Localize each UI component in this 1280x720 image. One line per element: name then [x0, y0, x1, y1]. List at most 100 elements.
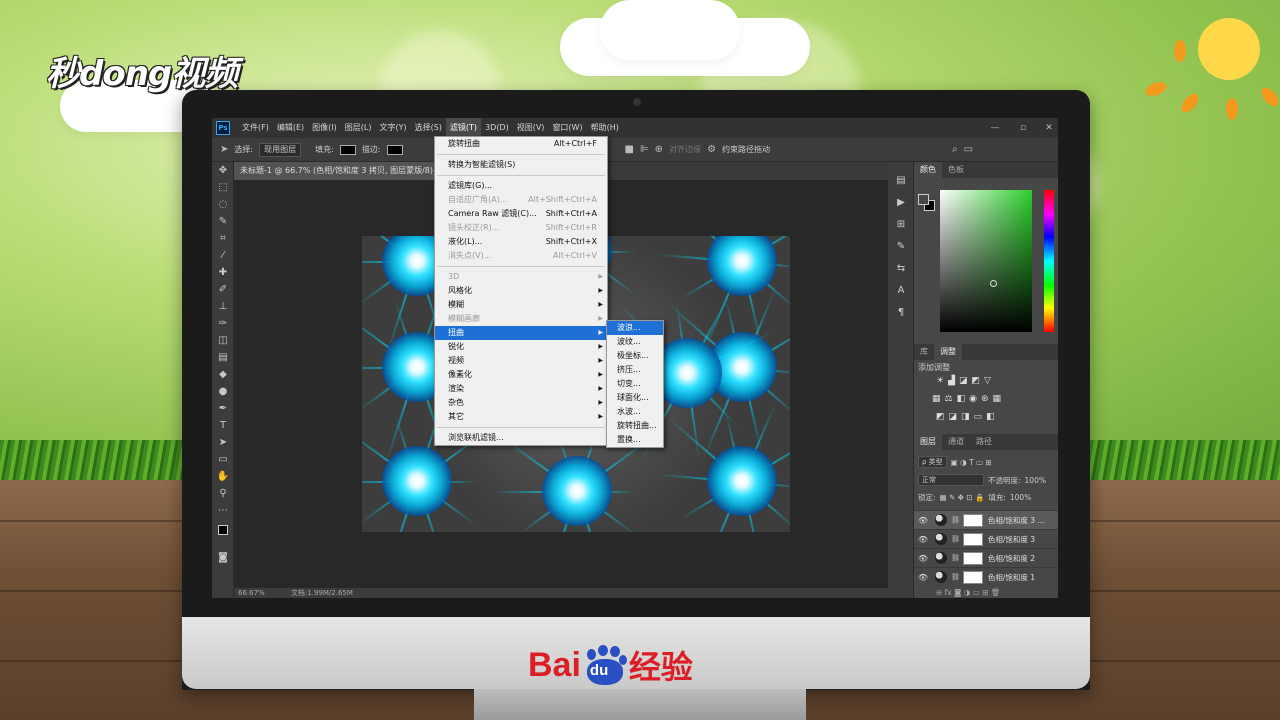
filter-menu-item[interactable]: Camera Raw 滤镜(C)... Shift+Ctrl+A — [435, 207, 607, 221]
healing-tool-icon[interactable]: ✚ — [212, 264, 234, 281]
filter-menu-item[interactable]: 液化(L)... Shift+Ctrl+X — [435, 235, 607, 249]
layer-row[interactable]: 👁 ⛓ 色相/饱和度 2 — [914, 548, 1058, 567]
tab-color[interactable]: 颜色 — [914, 162, 942, 178]
stroke-swatch[interactable] — [386, 144, 403, 155]
black-white-icon[interactable]: ◧ — [957, 394, 966, 404]
layer-filter-icons[interactable]: ▣ ◑ T ▭ ⊞ — [951, 458, 992, 467]
shape-tool-icon[interactable]: ▭ — [212, 451, 234, 468]
properties-panel-icon[interactable]: ⊞ — [888, 214, 914, 236]
zoom-level[interactable]: 66.67% — [238, 589, 265, 597]
filter-menu-item[interactable]: 锐化 ▶ — [435, 340, 607, 354]
search-icon[interactable]: ⌕ — [952, 144, 958, 155]
layer-mask-thumbnail[interactable] — [962, 513, 983, 527]
filter-menu-item[interactable]: 其它 ▶ — [435, 410, 607, 424]
threshold-icon[interactable]: ◨ — [961, 412, 970, 422]
fg-bg-swatches[interactable] — [918, 194, 936, 212]
color-field[interactable] — [940, 190, 1032, 332]
tab-paths[interactable]: 路径 — [970, 434, 998, 450]
filter-menu-item[interactable]: 滤镜库(G)... — [435, 179, 607, 193]
select-mode-dropdown[interactable]: 现用图层 — [259, 142, 302, 157]
color-picker-cursor[interactable] — [990, 280, 997, 287]
filter-menu-item[interactable]: 浏览联机滤镜... — [435, 431, 607, 445]
eyedropper-tool-icon[interactable]: ⁄ — [212, 247, 234, 264]
tab-adjustments[interactable]: 调整 — [934, 344, 962, 360]
adjust-sliders-icon[interactable]: ⇆ — [888, 258, 914, 280]
gradient-tool-icon[interactable]: ▤ — [212, 349, 234, 366]
photoshop-app-icon[interactable]: Ps — [216, 121, 230, 135]
path-select-tool-icon[interactable]: ➤ — [212, 434, 234, 451]
constrain-path-checkbox[interactable]: 约束路径拖动 — [722, 144, 770, 155]
character-panel-icon[interactable]: A — [888, 280, 914, 302]
link-icon[interactable]: ⛓ — [951, 516, 960, 524]
blend-mode-select[interactable]: 正常 — [918, 474, 984, 486]
menu-1[interactable]: 编辑(E) — [273, 118, 308, 138]
visibility-eye-icon[interactable]: 👁 — [916, 573, 930, 582]
curves-icon[interactable]: ◪ — [959, 376, 968, 386]
link-icon[interactable]: ⛓ — [951, 554, 960, 562]
filter-menu-item[interactable]: 模糊画廊 ▶ — [435, 312, 607, 326]
hue-slider[interactable] — [1044, 190, 1054, 332]
menu-10[interactable]: 帮助(H) — [587, 118, 623, 138]
layer-mask-thumbnail[interactable] — [962, 532, 983, 546]
invert-icon[interactable]: ◩ — [936, 412, 945, 422]
filter-menu-item[interactable]: 模糊 ▶ — [435, 298, 607, 312]
vibrance-icon[interactable]: ▽ — [984, 376, 991, 386]
menu-4[interactable]: 文字(Y) — [375, 118, 410, 138]
foreground-background-icon[interactable] — [212, 519, 234, 549]
lasso-tool-icon[interactable]: ◌ — [212, 196, 234, 213]
path-operations-icon[interactable]: ■ — [625, 144, 634, 155]
filter-menu-item[interactable]: 视频 ▶ — [435, 354, 607, 368]
link-icon[interactable]: ⛓ — [951, 535, 960, 543]
layer-mask-thumbnail[interactable] — [962, 551, 983, 565]
filter-menu-item[interactable]: 自适应广角(A)... Alt+Shift+Ctrl+A — [435, 193, 607, 207]
visibility-eye-icon[interactable]: 👁 — [916, 535, 930, 544]
zoom-tool-icon[interactable]: ⚲ — [212, 485, 234, 502]
link-icon[interactable]: ⛓ — [951, 573, 960, 581]
distort-menu-item[interactable]: 水波... — [607, 405, 663, 419]
levels-icon[interactable]: ▟ — [948, 376, 955, 386]
hand-tool-icon[interactable]: ✋ — [212, 468, 234, 485]
filter-menu-item[interactable]: 转换为智能滤镜(S) — [435, 158, 607, 172]
workspace-icon[interactable]: ▭ — [964, 144, 973, 155]
menu-8[interactable]: 视图(V) — [513, 118, 549, 138]
blur-tool-icon[interactable]: ◆ — [212, 366, 234, 383]
path-arrangement-icon[interactable]: ⊕ — [655, 144, 663, 155]
history-brush-icon[interactable]: ✑ — [212, 315, 234, 332]
layer-row[interactable]: 👁 ⛓ 色相/饱和度 3 ... — [914, 510, 1058, 529]
quick-mask-icon[interactable]: ◙ — [212, 549, 234, 566]
channel-mixer-icon[interactable]: ⊛ — [981, 394, 989, 404]
filter-menu-item[interactable]: 3D ▶ — [435, 270, 607, 284]
dodge-tool-icon[interactable]: ● — [212, 383, 234, 400]
filter-menu-item[interactable]: 镜头校正(R)... Shift+Ctrl+R — [435, 221, 607, 235]
marquee-tool-icon[interactable]: ⬚ — [212, 179, 234, 196]
menu-3[interactable]: 图层(L) — [341, 118, 376, 138]
close-button[interactable]: ✕ — [1038, 118, 1058, 138]
opacity-value[interactable]: 100% — [1025, 476, 1046, 485]
filter-menu-item[interactable]: 渲染 ▶ — [435, 382, 607, 396]
minimize-button[interactable]: — — [984, 118, 1006, 138]
distort-menu-item[interactable]: 挤压... — [607, 363, 663, 377]
menu-5[interactable]: 选择(S) — [411, 118, 446, 138]
more-tools-icon[interactable]: ⋯ — [212, 502, 234, 519]
layers-footer-icons[interactable]: ⊖ fx ◙ ◑ ▭ ⊞ 🗑 — [936, 588, 1000, 597]
visibility-eye-icon[interactable]: 👁 — [916, 554, 930, 563]
menu-0[interactable]: 文件(F) — [238, 118, 273, 138]
quick-select-tool-icon[interactable]: ✎ — [212, 213, 234, 230]
menu-9[interactable]: 窗口(W) — [548, 118, 586, 138]
tab-channels[interactable]: 通道 — [942, 434, 970, 450]
pen-tool-icon[interactable]: ✒ — [212, 400, 234, 417]
menu-7[interactable]: 3D(D) — [481, 118, 513, 138]
path-alignment-icon[interactable]: ⊫ — [640, 144, 649, 155]
visibility-eye-icon[interactable]: 👁 — [916, 516, 930, 525]
tab-layers[interactable]: 图层 — [914, 434, 942, 450]
brush-panel-icon[interactable]: ✎ — [888, 236, 914, 258]
exposure-icon[interactable]: ◩ — [972, 376, 981, 386]
move-tool-icon[interactable]: ✥ — [212, 162, 234, 179]
filter-menu-item[interactable]: 旋转扭曲 Alt+Ctrl+F — [435, 137, 607, 151]
eraser-tool-icon[interactable]: ◫ — [212, 332, 234, 349]
gear-icon[interactable]: ⚙ — [707, 144, 716, 155]
tab-libraries[interactable]: 库 — [914, 344, 934, 360]
brightness-icon[interactable]: ☀ — [936, 376, 944, 386]
crop-tool-icon[interactable]: ⌗ — [212, 230, 234, 247]
align-edges-checkbox[interactable]: 对齐边缘 — [669, 144, 701, 155]
